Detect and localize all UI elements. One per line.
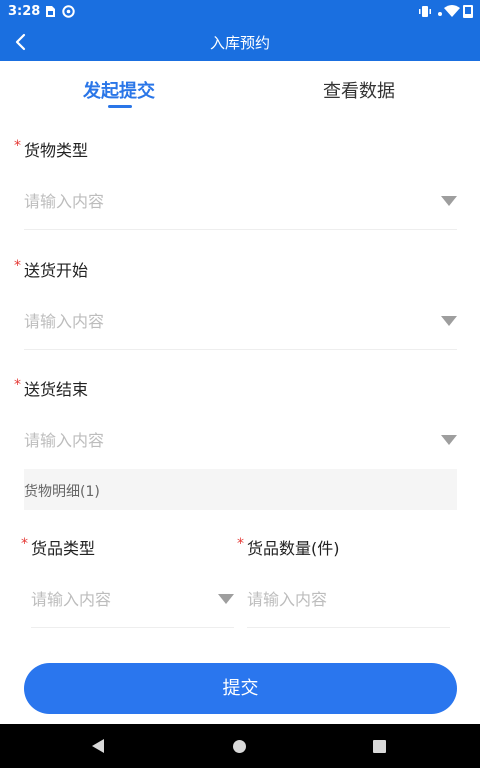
delivery-start-label: 送货开始 <box>24 261 89 280</box>
required-mark: * <box>21 536 28 552</box>
item-quantity-placeholder: 请输入内容 <box>247 590 328 609</box>
item-type-label: 货品类型 <box>31 539 96 558</box>
required-mark: * <box>14 258 21 274</box>
caret-down-icon <box>441 316 457 326</box>
system-nav-bar <box>0 724 480 768</box>
goods-type-placeholder: 请输入内容 <box>24 192 105 211</box>
at-icon <box>62 5 75 18</box>
sim-icon <box>46 6 55 17</box>
nav-home-icon[interactable] <box>233 740 246 753</box>
goods-detail-header: 货物明细(1) <box>24 469 457 510</box>
goods-type-label: 货物类型 <box>24 141 89 160</box>
status-time: 3:28 <box>8 4 41 19</box>
tab-active-indicator <box>108 105 132 108</box>
vibrate-icon <box>419 6 431 17</box>
goods-detail-title: 货物明细(1) <box>24 484 100 500</box>
caret-down-icon <box>218 594 234 604</box>
signal-dot-icon <box>438 12 442 16</box>
tab-bar: 发起提交 查看数据 <box>0 61 480 117</box>
item-type-select[interactable]: 请输入内容 <box>31 568 234 628</box>
item-type-placeholder: 请输入内容 <box>31 590 112 609</box>
delivery-start-placeholder: 请输入内容 <box>24 312 105 331</box>
wifi-icon <box>444 5 460 17</box>
caret-down-icon <box>441 435 457 445</box>
nav-back-icon[interactable] <box>92 739 104 753</box>
item-quantity-label: 货品数量(件) <box>247 539 340 558</box>
delivery-end-placeholder: 请输入内容 <box>24 431 105 450</box>
delivery-end-label: 送货结束 <box>24 380 89 399</box>
submit-button[interactable]: 提交 <box>24 663 457 714</box>
status-bar: 3:28 <box>0 0 480 24</box>
app-bar: 入库预约 <box>0 24 480 61</box>
item-quantity-input[interactable]: 请输入内容 <box>247 568 450 628</box>
delivery-end-select[interactable]: 请输入内容 <box>24 409 457 469</box>
required-mark: * <box>14 377 21 393</box>
nav-recents-icon[interactable] <box>373 740 386 753</box>
page-title: 入库预约 <box>209 34 270 52</box>
battery-icon <box>463 5 473 18</box>
caret-down-icon <box>441 196 457 206</box>
required-mark: * <box>237 536 244 552</box>
delivery-start-select[interactable]: 请输入内容 <box>24 290 457 350</box>
goods-type-select[interactable]: 请输入内容 <box>24 170 457 230</box>
required-mark: * <box>14 138 21 154</box>
tab-view-data[interactable]: 查看数据 <box>323 77 395 103</box>
tab-submit[interactable]: 发起提交 <box>83 77 155 103</box>
